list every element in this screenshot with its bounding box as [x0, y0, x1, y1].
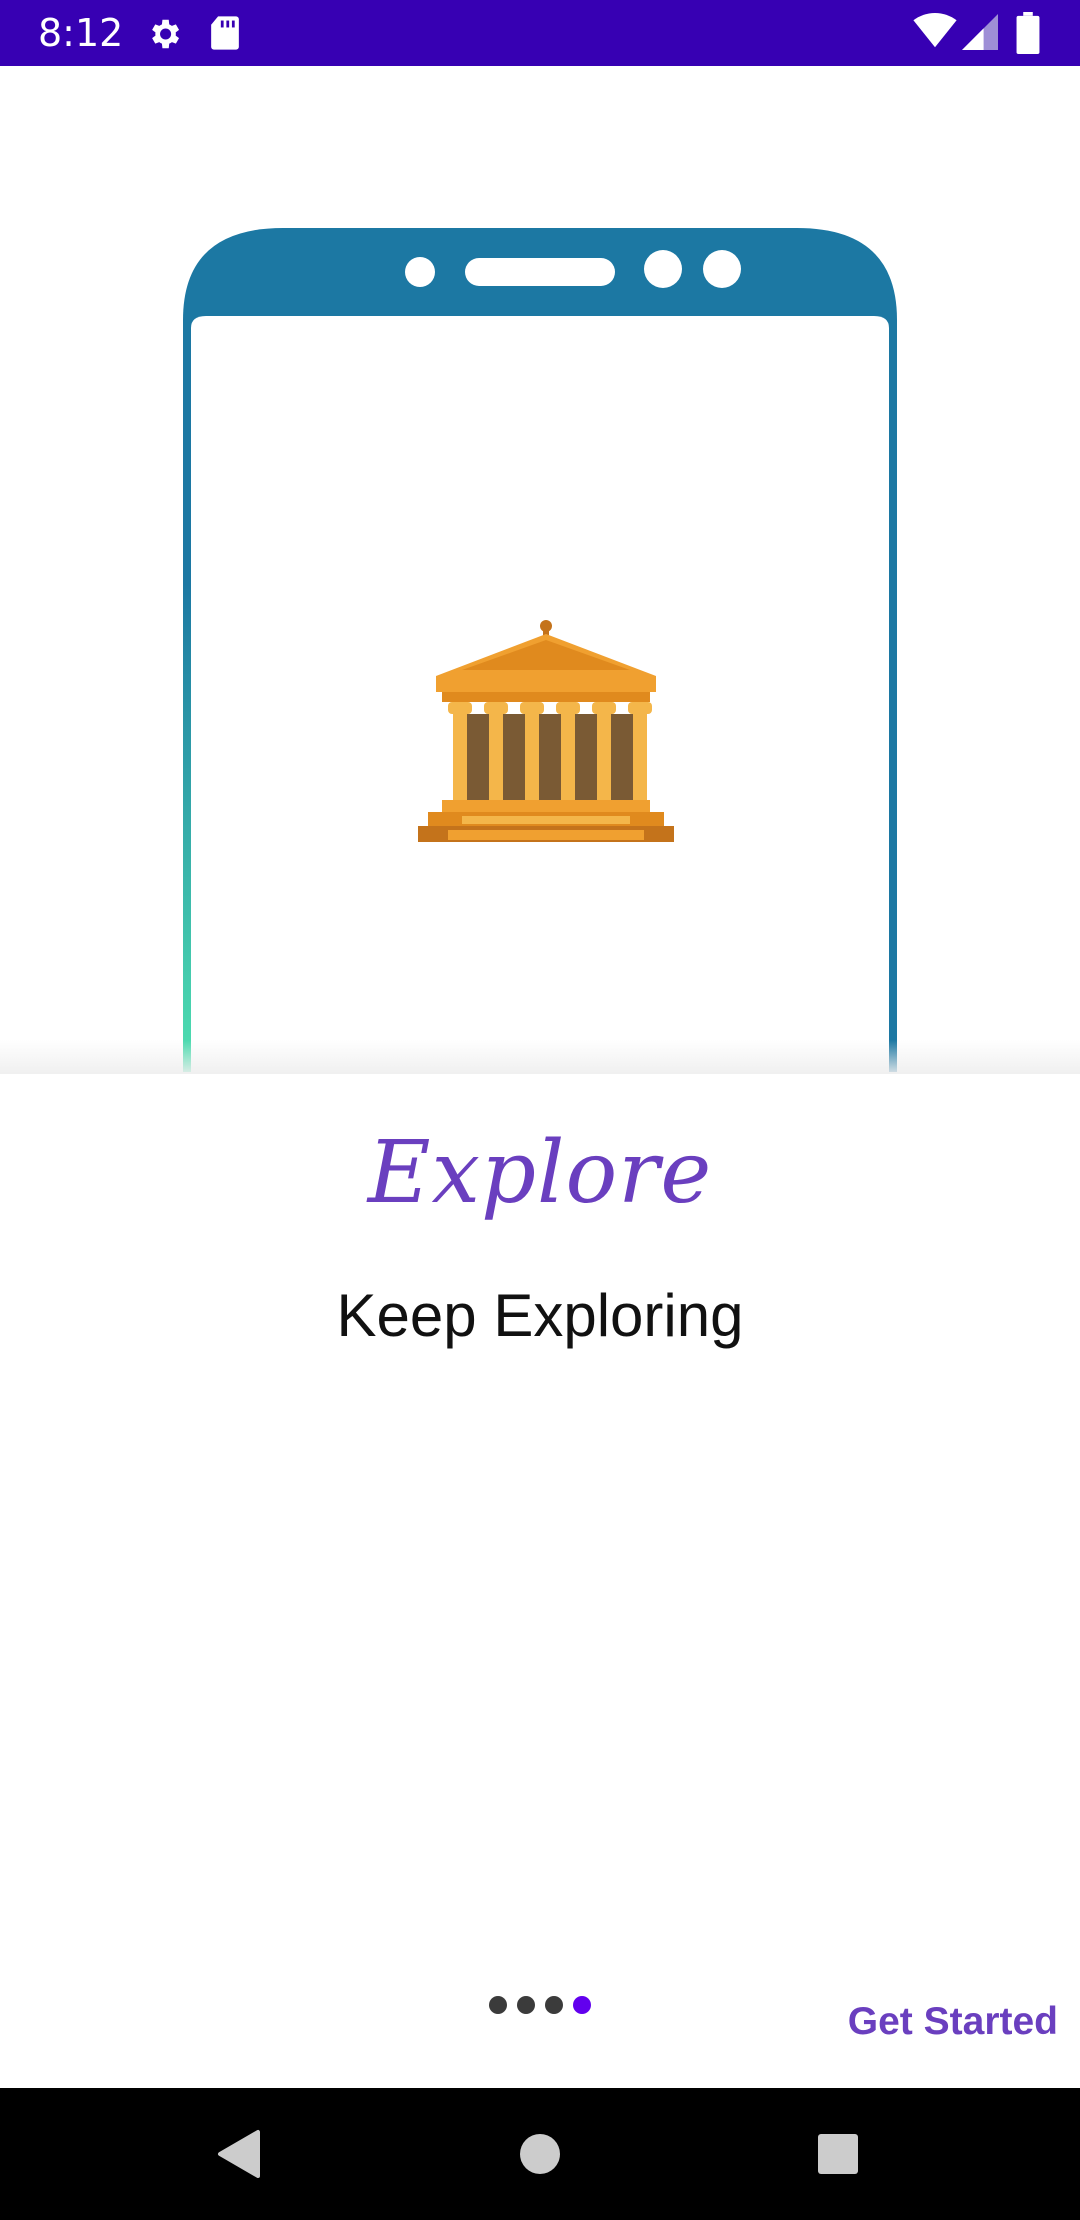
- home-button[interactable]: [474, 2088, 606, 2220]
- onboarding-illustration: [0, 66, 1080, 1072]
- recents-icon: [818, 2134, 858, 2174]
- page-dot-1: [489, 1996, 507, 2014]
- status-time: 8:12: [38, 11, 124, 55]
- gear-icon: [145, 15, 183, 57]
- get-started-button[interactable]: Get Started: [848, 1996, 1058, 2048]
- brand-title: Explore: [367, 1123, 713, 1223]
- illustration-shadow: [0, 1040, 1080, 1074]
- system-nav-bar: [0, 2088, 1080, 2220]
- wifi-icon: [913, 13, 957, 53]
- home-icon: [520, 2134, 560, 2174]
- page-dot-3: [545, 1996, 563, 2014]
- battery-icon: [1016, 12, 1040, 58]
- back-button[interactable]: [174, 2088, 306, 2220]
- phone-frame-illustration: [183, 228, 897, 1072]
- signal-icon: [962, 14, 998, 54]
- temple-icon: [418, 620, 674, 842]
- recents-button[interactable]: [772, 2088, 904, 2220]
- page-dot-4-active: [573, 1996, 591, 2014]
- status-bar: 8:12: [0, 0, 1080, 66]
- sd-card-icon: [208, 15, 242, 55]
- page-dot-2: [517, 1996, 535, 2014]
- onboarding-subtitle: Keep Exploring: [336, 1282, 744, 1349]
- page-indicator: [486, 1996, 606, 2016]
- back-icon: [218, 2130, 260, 2178]
